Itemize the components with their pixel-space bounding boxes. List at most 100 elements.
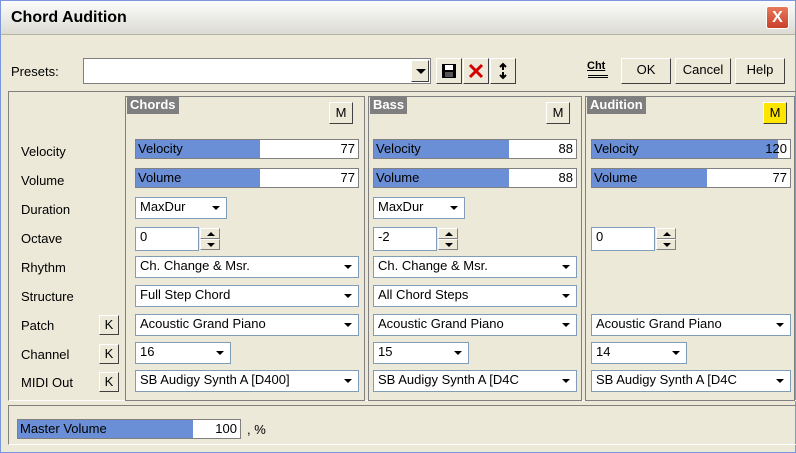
help-button[interactable]: Help	[735, 58, 785, 84]
chord-audition-window: Chord Audition X Presets: Cht OK Cancel …	[0, 0, 796, 453]
chords-volume-slider[interactable]: Volume 77	[135, 168, 359, 188]
delete-preset-button[interactable]	[463, 58, 489, 84]
octave-value: -2	[378, 229, 390, 244]
audition-patch-dropdown[interactable]: Acoustic Grand Piano	[591, 314, 791, 336]
bass-structure-dropdown[interactable]: All Chord Steps	[373, 285, 577, 307]
slider-name: Velocity	[594, 141, 639, 156]
slider-name: Master Volume	[20, 421, 107, 436]
audition-octave-spinner[interactable]	[656, 228, 676, 250]
slider-value: 120	[765, 141, 787, 156]
refresh-preset-button[interactable]	[490, 58, 516, 84]
octave-value: 0	[596, 229, 604, 244]
chart-lines-icon	[588, 75, 608, 78]
bass-channel-dropdown[interactable]: 15	[373, 342, 469, 364]
bass-velocity-slider[interactable]: Velocity 88	[373, 139, 577, 159]
chords-patch-dropdown[interactable]: Acoustic Grand Piano	[135, 314, 359, 336]
duration-label: Duration	[21, 202, 71, 217]
patch-k-button[interactable]: K	[99, 315, 119, 335]
spin-up-icon[interactable]	[200, 228, 220, 239]
slider-value: 77	[340, 141, 355, 156]
dropdown-value: 14	[596, 344, 611, 359]
chevron-down-icon	[558, 257, 574, 277]
chords-duration-dropdown[interactable]: MaxDur	[135, 197, 227, 219]
chevron-down-icon	[340, 257, 356, 277]
chords-rhythm-dropdown[interactable]: Ch. Change & Msr.	[135, 256, 359, 278]
audition-title: Audition	[587, 96, 646, 114]
chart-label: Cht	[587, 60, 606, 72]
chords-channel-dropdown[interactable]: 16	[135, 342, 231, 364]
slider-name: Velocity	[138, 141, 183, 156]
floppy-disk-icon	[442, 64, 456, 78]
presets-label: Presets:	[11, 64, 59, 79]
slider-value: 77	[340, 170, 355, 185]
bass-patch-dropdown[interactable]: Acoustic Grand Piano	[373, 314, 577, 336]
master-unit: , %	[247, 422, 266, 437]
chords-title: Chords	[127, 96, 179, 114]
spin-down-icon[interactable]	[438, 239, 458, 250]
spin-up-icon[interactable]	[656, 228, 676, 239]
dropdown-value: All Chord Steps	[378, 287, 469, 302]
audition-velocity-slider[interactable]: Velocity 120	[591, 139, 791, 159]
chevron-down-icon	[446, 198, 462, 218]
chevron-down-icon	[772, 371, 788, 391]
spin-down-icon[interactable]	[656, 239, 676, 250]
rhythm-label: Rhythm	[21, 260, 66, 275]
spin-down-icon[interactable]	[200, 239, 220, 250]
chords-midi-out-dropdown[interactable]: SB Audigy Synth A [D400]	[135, 370, 359, 392]
bass-mute-button[interactable]: M	[546, 102, 570, 124]
chevron-down-icon	[450, 343, 466, 363]
audition-channel-dropdown[interactable]: 14	[591, 342, 687, 364]
channel-k-button[interactable]: K	[99, 344, 119, 364]
bass-octave-input[interactable]: -2	[373, 227, 437, 251]
dropdown-value: 15	[378, 344, 393, 359]
master-volume-slider[interactable]: Master Volume 100	[17, 419, 241, 439]
velocity-label: Velocity	[21, 144, 66, 159]
chords-mute-button[interactable]: M	[329, 102, 353, 124]
presets-dropdown-arrow[interactable]	[411, 60, 429, 82]
chords-structure-dropdown[interactable]: Full Step Chord	[135, 285, 359, 307]
chords-octave-input[interactable]: 0	[135, 227, 199, 251]
chevron-down-icon	[212, 343, 228, 363]
midi-out-label: MIDI Out	[21, 375, 74, 390]
chords-velocity-slider[interactable]: Velocity 77	[135, 139, 359, 159]
slider-value: 88	[558, 141, 573, 156]
midi-out-k-button[interactable]: K	[99, 372, 119, 392]
dropdown-value: Ch. Change & Msr.	[140, 258, 250, 273]
dropdown-value: Acoustic Grand Piano	[140, 316, 266, 331]
chevron-down-icon	[558, 315, 574, 335]
chevron-down-icon	[340, 286, 356, 306]
chevron-down-icon	[668, 343, 684, 363]
audition-mute-button[interactable]: M	[763, 102, 787, 124]
audition-volume-slider[interactable]: Volume 77	[591, 168, 791, 188]
save-preset-button[interactable]	[436, 58, 462, 84]
slider-name: Volume	[138, 170, 182, 185]
chart-button[interactable]: Cht	[585, 58, 611, 84]
refresh-arrows-icon	[499, 62, 507, 80]
dropdown-value: SB Audigy Synth A [D4C	[596, 372, 737, 387]
bass-title: Bass	[370, 96, 408, 114]
title-bar: Chord Audition X	[1, 1, 795, 35]
slider-value: 77	[772, 170, 787, 185]
audition-midi-out-dropdown[interactable]: SB Audigy Synth A [D4C	[591, 370, 791, 392]
cancel-button[interactable]: Cancel	[675, 58, 731, 84]
chevron-down-icon	[340, 315, 356, 335]
bass-duration-dropdown[interactable]: MaxDur	[373, 197, 465, 219]
ok-button[interactable]: OK	[621, 58, 671, 84]
bass-volume-slider[interactable]: Volume 88	[373, 168, 577, 188]
presets-combo[interactable]	[83, 58, 431, 84]
bass-midi-out-dropdown[interactable]: SB Audigy Synth A [D4C	[373, 370, 577, 392]
close-button[interactable]: X	[766, 6, 789, 29]
window-title: Chord Audition	[11, 9, 127, 26]
dropdown-value: SB Audigy Synth A [D4C	[378, 372, 519, 387]
spin-up-icon[interactable]	[438, 228, 458, 239]
audition-octave-input[interactable]: 0	[591, 227, 655, 251]
bass-octave-spinner[interactable]	[438, 228, 458, 250]
structure-label: Structure	[21, 289, 74, 304]
dropdown-value: Ch. Change & Msr.	[378, 258, 488, 273]
chords-octave-spinner[interactable]	[200, 228, 220, 250]
chevron-down-icon	[772, 315, 788, 335]
chevron-down-icon	[558, 286, 574, 306]
channel-label: Channel	[21, 347, 70, 362]
dropdown-value: Acoustic Grand Piano	[596, 316, 722, 331]
bass-rhythm-dropdown[interactable]: Ch. Change & Msr.	[373, 256, 577, 278]
